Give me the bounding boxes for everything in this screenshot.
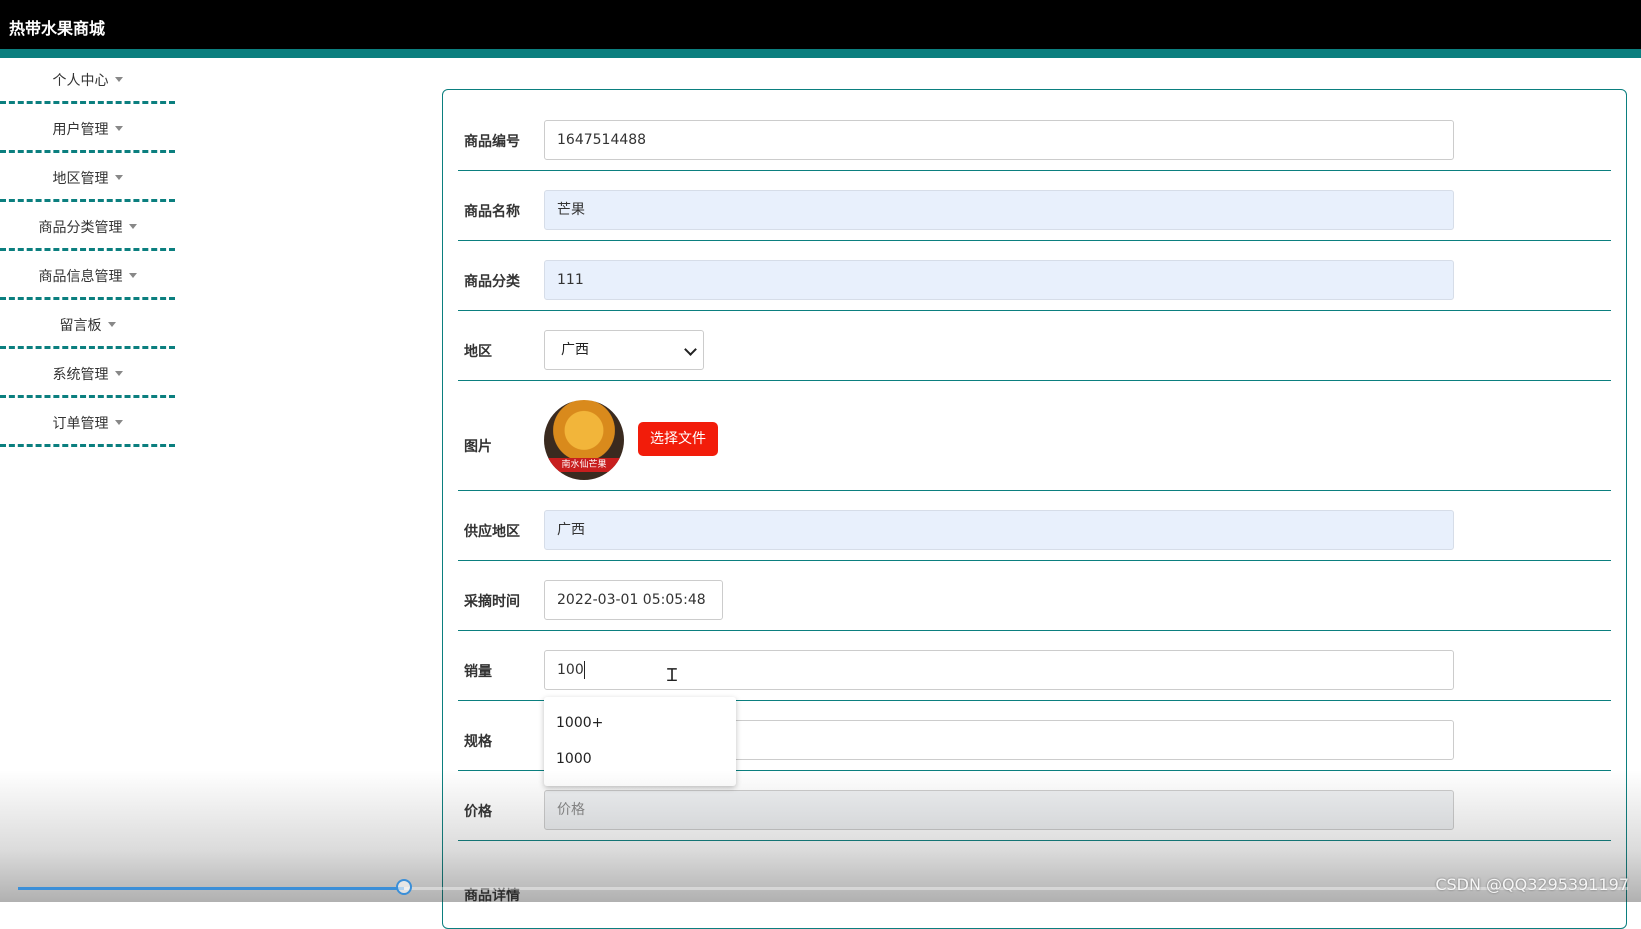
- caret-down-icon: [114, 174, 123, 180]
- thumbnail-caption: 南水仙芒果: [544, 458, 624, 472]
- form-row-supply-region: 供应地区 广西: [458, 490, 1611, 561]
- product-name-input[interactable]: 芒果: [544, 190, 1454, 230]
- form-row-category: 商品分类 111: [458, 240, 1611, 311]
- field-label: 采摘时间: [464, 594, 520, 610]
- top-bar: 热带水果商城: [0, 0, 1641, 58]
- watermark: CSDN @QQ3295391197: [1435, 875, 1629, 894]
- field-label: 规格: [464, 734, 492, 750]
- sidebar-item-label: 个人中心: [52, 73, 109, 89]
- sidebar: 个人中心 用户管理 地区管理 商品分类管理 商品信息管理 留言板 系统管理 订单…: [0, 58, 175, 450]
- field-label: 价格: [464, 804, 492, 820]
- form-row-product-no: 商品编号 1647514488: [458, 112, 1611, 171]
- sales-input-value: 100: [557, 662, 584, 678]
- sidebar-item-region-management[interactable]: 地区管理: [0, 156, 175, 202]
- sidebar-item-label: 留言板: [59, 318, 102, 334]
- pick-time-input[interactable]: 2022-03-01 05:05:48: [544, 580, 723, 620]
- form-row-region: 地区 广西: [458, 310, 1611, 381]
- sidebar-item-label: 商品信息管理: [38, 269, 123, 285]
- caret-down-icon: [114, 125, 123, 131]
- form-row-image: 图片 南水仙芒果 选择文件: [458, 380, 1611, 491]
- sidebar-item-user-management[interactable]: 用户管理: [0, 107, 175, 153]
- video-progress-bar[interactable]: [18, 879, 1628, 895]
- sidebar-item-label: 订单管理: [52, 416, 109, 432]
- form-row-pick-time: 采摘时间 2022-03-01 05:05:48: [458, 560, 1611, 631]
- sidebar-item-label: 商品分类管理: [38, 220, 123, 236]
- caret-down-icon: [128, 223, 137, 229]
- product-no-input[interactable]: 1647514488: [544, 120, 1454, 160]
- sidebar-item-personal-center[interactable]: 个人中心: [0, 58, 175, 104]
- sales-input[interactable]: 100: [544, 650, 1454, 690]
- sidebar-item-system-management[interactable]: 系统管理: [0, 352, 175, 398]
- caret-down-icon: [114, 76, 123, 82]
- price-input[interactable]: 价格: [544, 790, 1454, 830]
- sidebar-item-label: 系统管理: [52, 367, 109, 383]
- sidebar-item-category-management[interactable]: 商品分类管理: [0, 205, 175, 251]
- autocomplete-option[interactable]: 1000: [544, 741, 736, 777]
- caret-down-icon: [114, 370, 123, 376]
- text-cursor: [583, 661, 585, 679]
- region-select-value: 广西: [561, 342, 589, 358]
- form-row-sales: 销量 100: [458, 630, 1611, 701]
- form-row-product-name: 商品名称 芒果: [458, 170, 1611, 241]
- autocomplete-option[interactable]: 1000+: [544, 705, 736, 741]
- choose-file-button[interactable]: 选择文件: [638, 422, 718, 456]
- field-label: 商品编号: [464, 134, 520, 150]
- field-label: 商品名称: [464, 204, 520, 220]
- field-label: 图片: [464, 439, 492, 455]
- field-label: 地区: [464, 344, 492, 360]
- region-select[interactable]: 广西: [544, 330, 704, 370]
- field-label: 供应地区: [464, 524, 520, 540]
- supply-region-input[interactable]: 广西: [544, 510, 1454, 550]
- sidebar-item-order-management[interactable]: 订单管理: [0, 401, 175, 447]
- video-progress-fill: [18, 887, 405, 890]
- video-progress-handle[interactable]: [396, 879, 413, 895]
- caret-down-icon: [128, 272, 137, 278]
- field-label: 商品分类: [464, 274, 520, 290]
- field-label: 销量: [464, 664, 492, 680]
- sidebar-item-label: 地区管理: [52, 171, 109, 187]
- sidebar-item-message-board[interactable]: 留言板: [0, 303, 175, 349]
- sidebar-item-product-management[interactable]: 商品信息管理: [0, 254, 175, 300]
- text-cursor-ibeam-icon: Ɪ: [667, 665, 678, 686]
- app-title: 热带水果商城: [9, 19, 106, 38]
- caret-down-icon: [114, 419, 123, 425]
- caret-down-icon: [107, 321, 116, 327]
- category-input[interactable]: 111: [544, 260, 1454, 300]
- product-image-thumbnail: 南水仙芒果: [544, 400, 624, 480]
- chevron-down-icon: [684, 343, 697, 356]
- sidebar-item-label: 用户管理: [52, 122, 109, 138]
- autocomplete-dropdown: 1000+ 1000: [544, 697, 736, 786]
